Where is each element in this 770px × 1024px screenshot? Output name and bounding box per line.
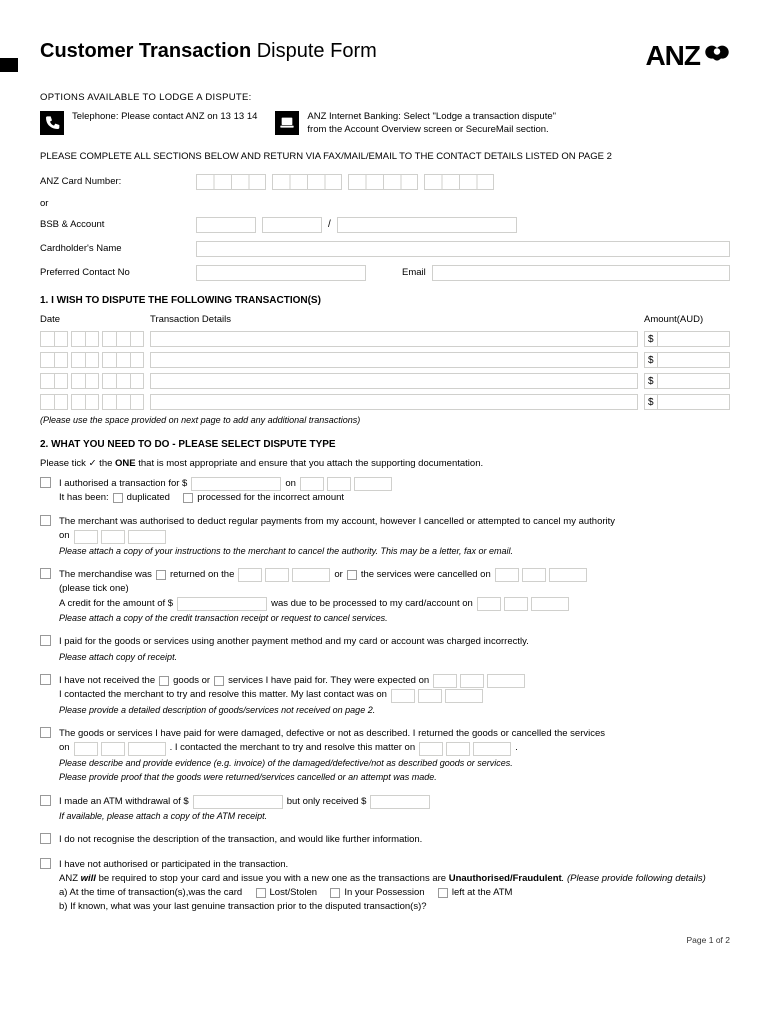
dispute-5-checkbox[interactable] [40,674,51,685]
transaction-row: $ [40,331,730,347]
bsb-input[interactable] [196,217,256,233]
d5-services-checkbox[interactable] [214,676,224,686]
cardholder-name-input[interactable] [196,241,730,257]
transaction-row: $ [40,394,730,410]
d9-lost-checkbox[interactable] [256,888,266,898]
or-label: or [40,198,190,209]
tx-date-mm[interactable] [71,331,99,347]
dispute-4-checkbox[interactable] [40,635,51,646]
d7-received-input[interactable] [370,795,430,809]
col-details: Transaction Details [150,314,638,325]
card-number-label: ANZ Card Number: [40,176,190,187]
header-accent-bar [0,58,18,72]
dispute-9-checkbox[interactable] [40,858,51,869]
anz-logo-icon [704,43,730,69]
dispute-1-checkbox[interactable] [40,477,51,488]
col-amount: Amount(AUD) [644,314,730,325]
email-label: Email [402,267,426,278]
cardholder-name-label: Cardholder's Name [40,243,190,254]
account-slash: / [328,219,331,230]
page-title: Customer Transaction Dispute Form [40,40,377,63]
internet-option-text: ANZ Internet Banking: Select "Lodge a tr… [307,111,556,137]
d5-goods-checkbox[interactable] [159,676,169,686]
contact-input[interactable] [196,265,366,281]
section-2-intro: Please tick ✓ the ONE that is most appro… [40,458,730,469]
card-seg-2[interactable] [272,174,342,190]
d3-returned-checkbox[interactable] [156,570,166,580]
dispute-7-checkbox[interactable] [40,795,51,806]
tx-date-dd[interactable] [40,331,68,347]
card-seg-4[interactable] [424,174,494,190]
section-1-note: (Please use the space provided on next p… [40,415,730,425]
phone-icon [40,111,64,135]
d3-credit-amount-input[interactable] [177,597,267,611]
dispute-2-checkbox[interactable] [40,515,51,526]
phone-option-text: Telephone: Please contact ANZ on 13 13 1… [72,111,257,124]
section-1-heading: 1. I WISH TO DISPUTE THE FOLLOWING TRANS… [40,295,730,306]
tx-amount-input[interactable] [657,331,730,347]
bsb-label: BSB & Account [40,219,190,230]
d1-duplicated-checkbox[interactable] [113,493,123,503]
account-left-input[interactable] [262,217,322,233]
transaction-row: $ [40,373,730,389]
d9-possession-checkbox[interactable] [330,888,340,898]
dispute-6-checkbox[interactable] [40,727,51,738]
laptop-icon [275,111,299,135]
options-heading: OPTIONS AVAILABLE TO LODGE A DISPUTE: [40,92,730,103]
completion-instruction: PLEASE COMPLETE ALL SECTIONS BELOW AND R… [40,151,730,162]
tx-details-input[interactable] [150,331,638,347]
tx-date-yyyy[interactable] [102,331,144,347]
d9-atm-checkbox[interactable] [438,888,448,898]
anz-logo: ANZ [645,40,730,72]
email-input[interactable] [432,265,730,281]
section-2-heading: 2. WHAT YOU NEED TO DO - PLEASE SELECT D… [40,439,730,450]
card-seg-3[interactable] [348,174,418,190]
col-date: Date [40,314,144,325]
dispute-3-checkbox[interactable] [40,568,51,579]
page-footer: Page 1 of 2 [40,935,730,945]
d3-cancelled-checkbox[interactable] [347,570,357,580]
card-seg-1[interactable] [196,174,266,190]
account-right-input[interactable] [337,217,517,233]
dispute-8-checkbox[interactable] [40,833,51,844]
d7-withdrawal-input[interactable] [193,795,283,809]
transaction-row: $ [40,352,730,368]
d1-amount-input[interactable] [191,477,281,491]
contact-label: Preferred Contact No [40,267,190,278]
d1-incorrect-checkbox[interactable] [183,493,193,503]
